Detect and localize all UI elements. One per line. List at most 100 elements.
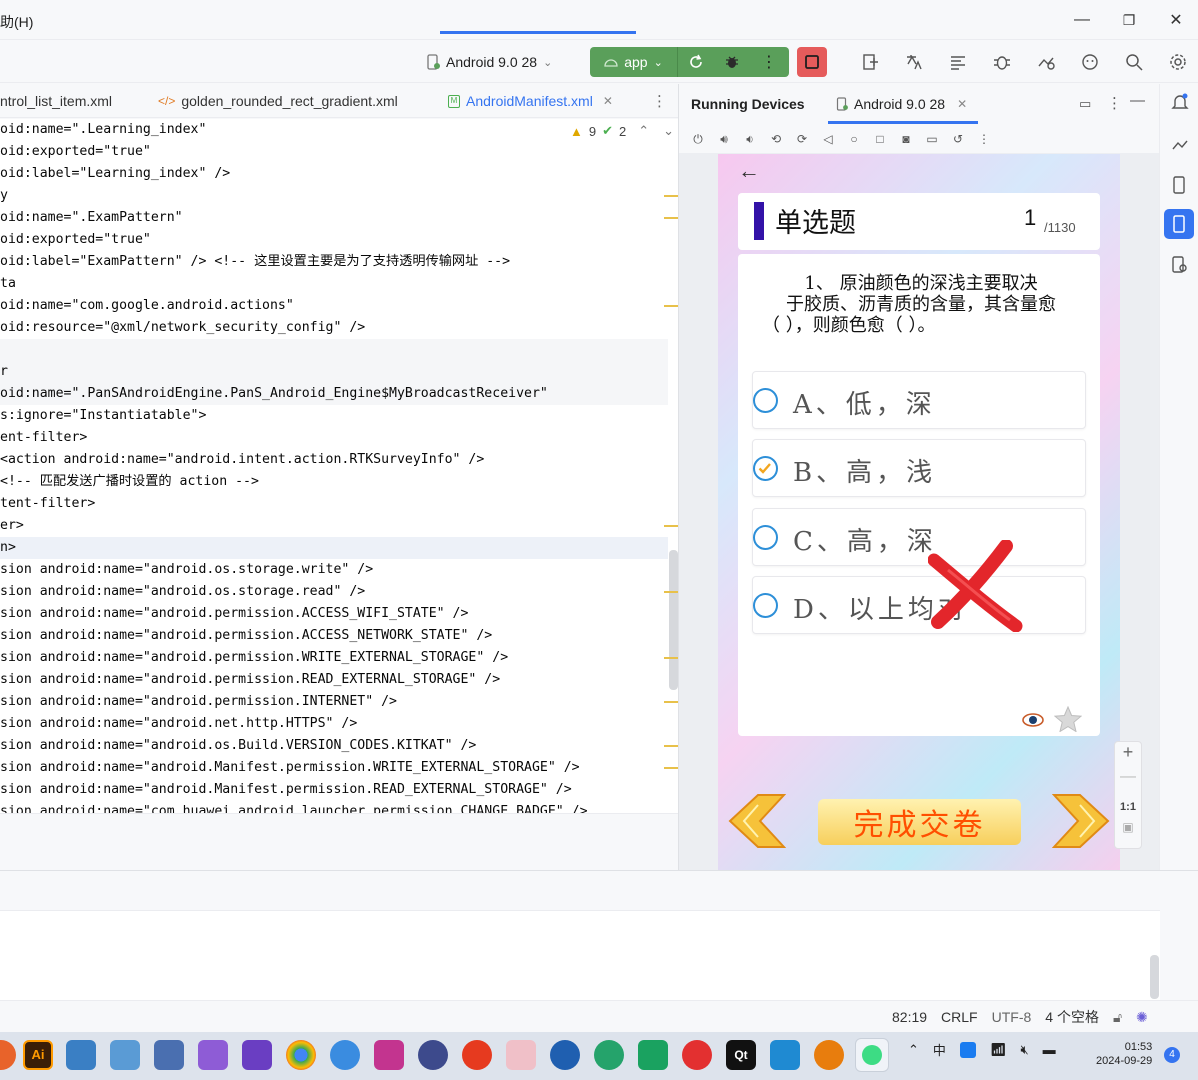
warning-marker[interactable] (664, 767, 678, 769)
warning-marker[interactable] (664, 745, 678, 747)
search-icon[interactable] (1122, 50, 1146, 74)
record-icon[interactable]: ▭ (921, 132, 943, 146)
bottom-scrollbar[interactable] (1150, 955, 1159, 999)
close-window-button[interactable]: ✕ (1163, 8, 1189, 32)
list-icon[interactable] (946, 50, 970, 74)
power-icon[interactable]: ⏻ (687, 132, 709, 147)
app-icon-blender[interactable] (814, 1040, 844, 1070)
panel-options-icon[interactable]: ⋮ (1107, 94, 1122, 112)
zoom-actual-size[interactable]: 1:1 (1115, 794, 1141, 820)
warning-marker[interactable] (664, 591, 678, 593)
previous-arrow-icon[interactable] (728, 793, 786, 849)
app-icon-visual-studio[interactable] (198, 1040, 228, 1070)
menu-help[interactable]: 助(H) (0, 12, 33, 32)
eye-icon[interactable] (1021, 709, 1045, 731)
gradle-icon[interactable] (1170, 135, 1190, 155)
submit-exam-button[interactable]: 完成交卷 (818, 799, 1021, 845)
volume-icon[interactable]: 🔇︎ (1020, 1042, 1028, 1058)
option-c[interactable]: C、高，深 (752, 508, 1086, 566)
zoom-in-icon[interactable]: + (1115, 742, 1141, 768)
overview-icon[interactable]: □ (869, 132, 891, 146)
camera-icon[interactable]: ◙ (895, 132, 917, 146)
app-icon-editor[interactable] (374, 1040, 404, 1070)
home-icon[interactable]: ○ (843, 132, 865, 146)
app-icon-drop[interactable] (550, 1040, 580, 1070)
warning-marker[interactable] (664, 657, 678, 659)
sync-project-icon[interactable] (859, 50, 883, 74)
back-arrow-icon[interactable]: ← (738, 158, 760, 184)
editor-scrollbar[interactable] (669, 550, 678, 690)
stop-button[interactable] (797, 47, 827, 77)
zoom-fit-icon[interactable]: ▣ (1115, 820, 1141, 844)
app-icon-glasses[interactable] (418, 1040, 448, 1070)
app-icon-game[interactable] (462, 1040, 492, 1070)
volume-down-icon[interactable]: 🔉︎ (739, 132, 761, 147)
ime-indicator[interactable]: 中 (933, 1040, 946, 1059)
indent-setting[interactable]: 4 个空格 (1045, 1007, 1099, 1027)
close-tab-icon[interactable]: ✕ (957, 97, 967, 111)
close-tab-icon[interactable]: ✕ (603, 94, 613, 108)
app-icon-cloud[interactable] (330, 1040, 360, 1070)
option-b[interactable]: B、高，浅 (752, 439, 1086, 497)
run-config-selector[interactable]: app ⌄ (590, 47, 678, 77)
assistant-icon[interactable]: ✺ (1136, 1009, 1148, 1026)
inspection-widget[interactable]: ▲ 9 ✔ 2 ⌃ ⌄ (570, 121, 674, 141)
settings-gear-icon[interactable] (1166, 50, 1190, 74)
warning-marker[interactable] (664, 217, 678, 219)
app-icon-chart-tool[interactable] (66, 1040, 96, 1070)
app-icon-firefox[interactable] (0, 1040, 16, 1070)
zoom-out-icon[interactable]: — (1115, 768, 1141, 794)
code-editor[interactable]: oid:name=".Learning_index" oid:exported="… (0, 119, 678, 813)
tab-golden-rounded-rect[interactable]: </> golden_rounded_rect_gradient.xml (158, 84, 398, 118)
battery-icon[interactable]: ▬ (1043, 1042, 1056, 1057)
tab-control-list-item[interactable]: ntrol_list_item.xml (0, 84, 112, 118)
chevron-up-icon[interactable]: ⌃ (908, 1042, 919, 1058)
app-icon-qt[interactable]: Qt (726, 1040, 756, 1070)
chevron-up-icon[interactable]: ⌃ (638, 123, 649, 139)
caret-position[interactable]: 82:19 (892, 1009, 927, 1025)
tab-android-manifest[interactable]: M AndroidManifest.xml ✕ (448, 84, 613, 118)
warning-marker[interactable] (664, 195, 678, 197)
search-app-icon[interactable] (959, 1041, 976, 1058)
copilot-icon[interactable] (1078, 50, 1102, 74)
app-icon-remote[interactable] (154, 1040, 184, 1070)
app-icon-octopus[interactable] (682, 1040, 712, 1070)
app-icon-chrome[interactable] (286, 1040, 316, 1070)
back-icon[interactable]: ◁ (817, 132, 839, 146)
hide-panel-icon[interactable]: — (1130, 92, 1145, 109)
warning-marker[interactable] (664, 305, 678, 307)
option-d[interactable]: D、以上均对 (752, 576, 1086, 634)
debug-button[interactable] (714, 47, 750, 77)
tab-options-icon[interactable]: ⋮ (652, 92, 667, 110)
wifi-icon[interactable]: 📶︎ (990, 1042, 1007, 1058)
lock-icon[interactable]: 🔓︎ (1113, 1009, 1122, 1026)
star-icon[interactable] (1054, 706, 1082, 732)
app-icon-control-panel[interactable] (110, 1040, 140, 1070)
warning-marker[interactable] (664, 701, 678, 703)
tab-running-device[interactable]: Android 9.0 28 ✕ (836, 96, 967, 112)
chevron-down-icon[interactable]: ⌄ (663, 123, 674, 139)
bug-report-icon[interactable] (990, 50, 1014, 74)
translate-icon[interactable] (902, 50, 926, 74)
app-icon-android-studio[interactable] (855, 1038, 889, 1072)
device-explorer-icon[interactable] (1170, 255, 1190, 275)
app-icon-sheets[interactable] (638, 1040, 668, 1070)
maximize-button[interactable]: ❐ (1116, 8, 1142, 32)
device-file-icon[interactable] (1170, 175, 1190, 195)
line-separator[interactable]: CRLF (941, 1009, 978, 1025)
rotate-right-icon[interactable]: ⟳ (791, 132, 813, 146)
warning-marker[interactable] (664, 525, 678, 527)
device-manager-icon[interactable] (1034, 50, 1058, 74)
rotate-left-icon[interactable]: ⟲ (765, 132, 787, 146)
notifications-icon[interactable] (1170, 92, 1190, 112)
next-arrow-icon[interactable] (1052, 793, 1110, 849)
app-icon-avatar[interactable] (506, 1040, 536, 1070)
more-actions-icon[interactable]: ⋮ (750, 47, 788, 77)
notification-badge[interactable]: 4 (1164, 1047, 1180, 1063)
option-a[interactable]: A、低，深 (752, 371, 1086, 429)
reset-icon[interactable]: ↺ (947, 132, 969, 146)
volume-up-icon[interactable]: 🔊︎ (713, 132, 735, 147)
layout-icon[interactable]: ▭ (1079, 96, 1091, 112)
device-selector[interactable]: Android 9.0 28 ⌄ (420, 49, 558, 75)
app-icon-illustrator[interactable]: Ai (23, 1040, 53, 1070)
